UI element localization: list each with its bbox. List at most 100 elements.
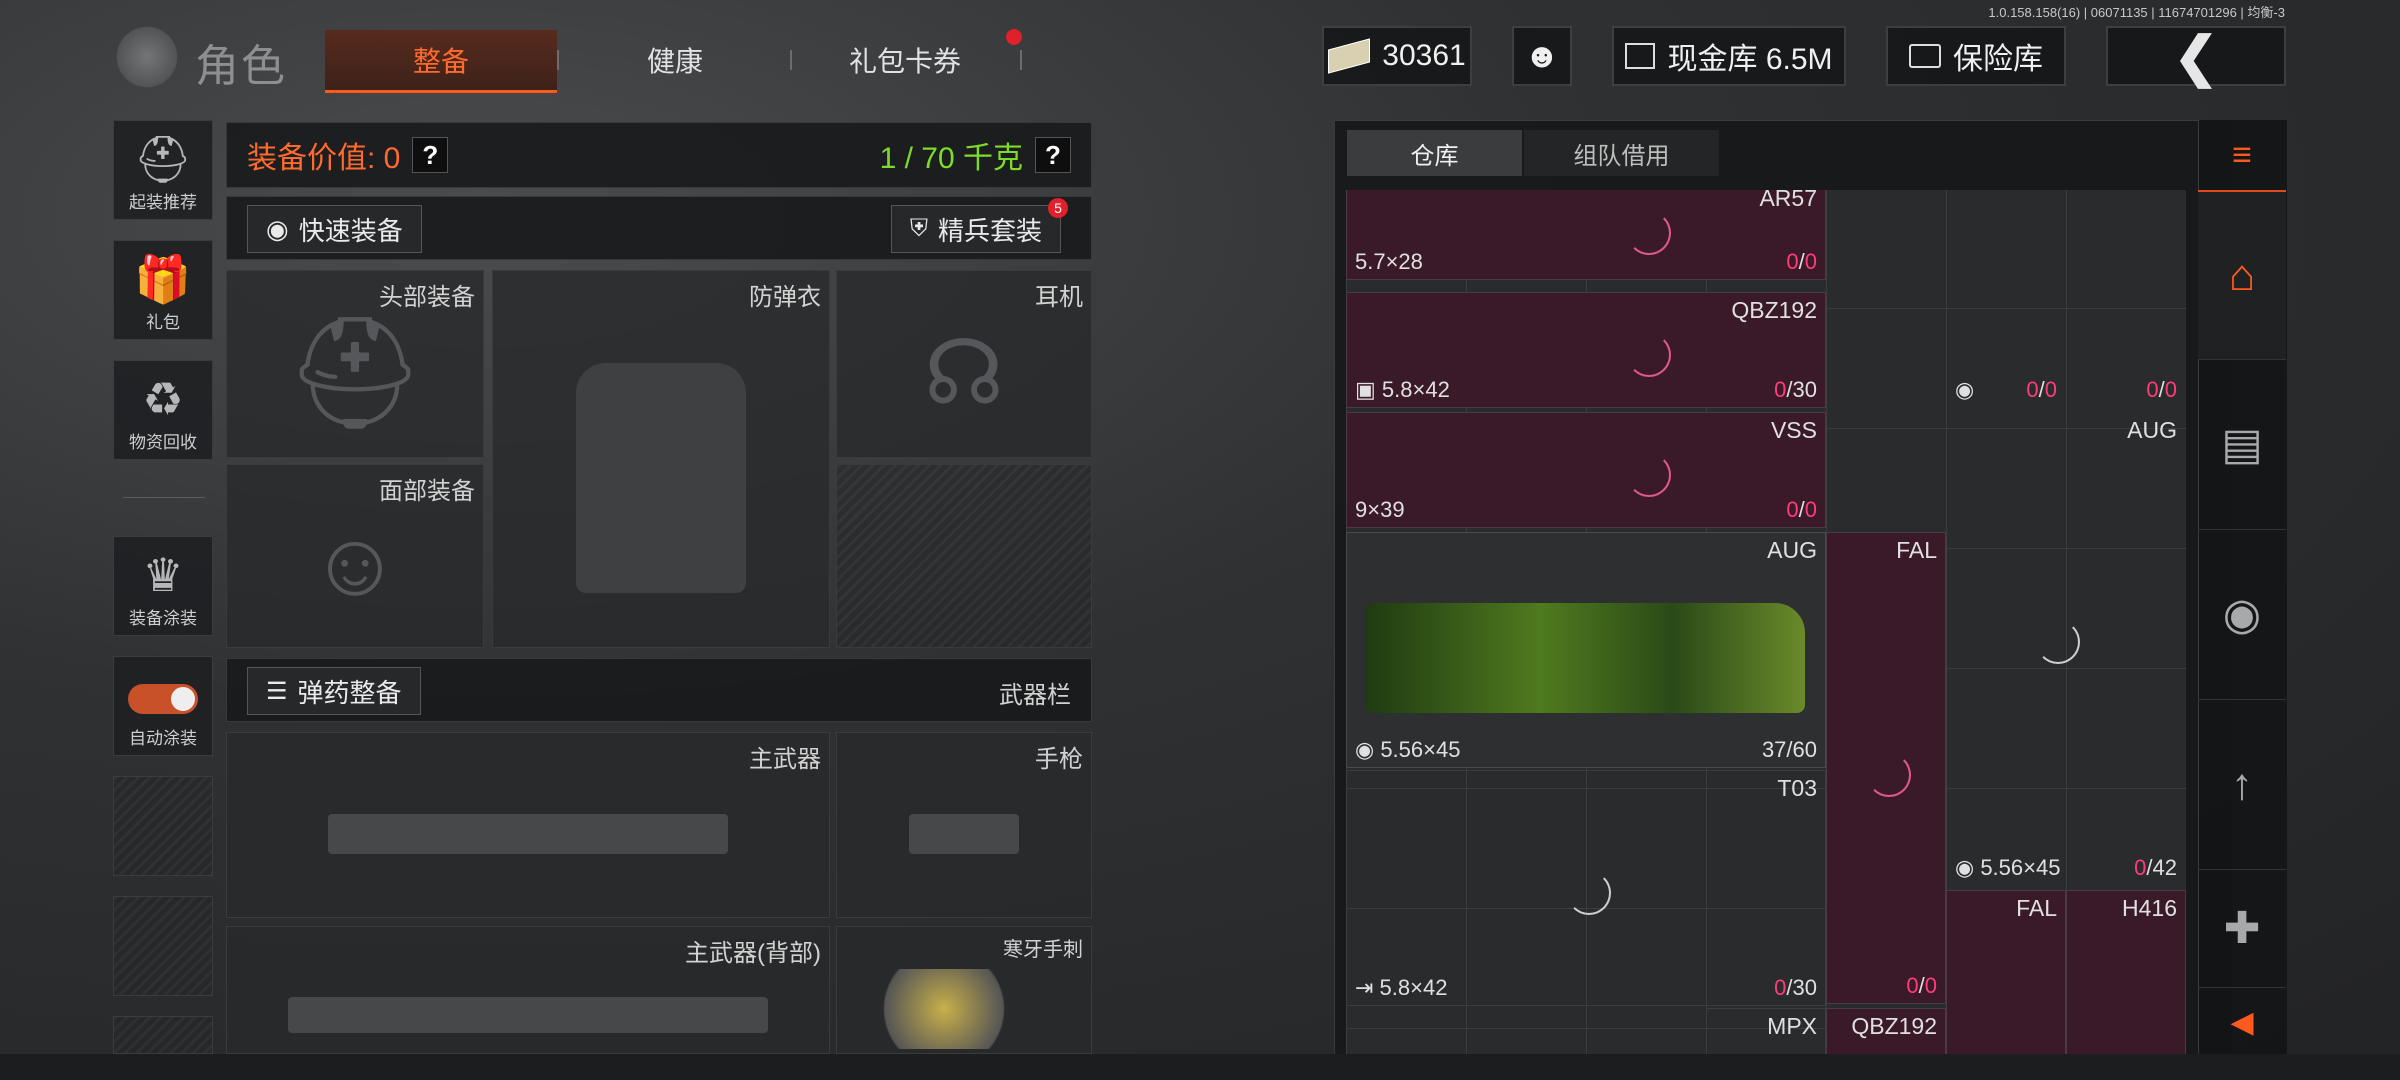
head-gear-slot[interactable]: 头部装备 ⛑ xyxy=(226,270,484,458)
loading-spinner xyxy=(1867,753,1911,797)
cash-vault-button[interactable]: 现金库 6.5M xyxy=(1612,26,1846,86)
count-badge: 5 xyxy=(1048,198,1069,218)
home-icon[interactable]: ⌂ xyxy=(2198,190,2286,360)
equipment-actions: ◉ 快速装备 ⛨ 精兵套装 5 xyxy=(226,196,1092,260)
sidebar-item-label: 自动涂装 xyxy=(129,729,197,748)
slot-label: 防弹衣 xyxy=(749,284,821,311)
medkit-icon[interactable]: ✚ xyxy=(2198,870,2286,988)
sidebar-divider xyxy=(123,497,205,498)
vest-icon xyxy=(576,362,746,593)
shirt-icon: ◉ xyxy=(266,213,289,244)
armor-slot[interactable]: 防弹衣 xyxy=(492,270,830,648)
tab-gift-coupons[interactable]: 礼包卡券 xyxy=(820,30,990,90)
item-name: MPX xyxy=(1767,1013,1817,1039)
tab-team-borrow[interactable]: 组队借用 xyxy=(1524,130,1719,176)
inventory-item[interactable]: QBZ192 ▣ 5.8×42 0/30 xyxy=(1346,292,1826,408)
item-count: 0/0 xyxy=(2026,377,2057,402)
elite-set-button[interactable]: ⛨ 精兵套装 5 xyxy=(891,198,1069,253)
armor-icon[interactable]: ◉ xyxy=(2198,530,2286,700)
sidebar-item-recycle[interactable]: ♻ 物资回收 xyxy=(113,360,213,460)
tab-health[interactable]: 健康 xyxy=(600,30,750,90)
inventory-item[interactable]: AR57 5.7×28 0/0 xyxy=(1346,190,1826,280)
badge-icon: ◉ xyxy=(1955,377,1975,402)
item-name: H416 xyxy=(2122,895,2177,921)
inventory-item[interactable]: FAL xyxy=(1946,890,2066,1060)
item-ammo: ◉ 5.56×45 xyxy=(1355,737,1461,762)
inventory-item[interactable]: VSS 9×39 0/0 xyxy=(1346,412,1826,528)
primary-weapon-slot[interactable]: 主武器 xyxy=(226,732,830,918)
slot-label: 寒牙手刺 xyxy=(1003,939,1083,961)
face-gear-slot[interactable]: 面部装备 ☺ xyxy=(226,464,484,648)
item-count: 0/0 xyxy=(2146,377,2177,402)
empty-slot xyxy=(113,896,213,996)
sidebar-item-gift[interactable]: 🎁 礼包 xyxy=(113,240,213,340)
version-info: 1.0.158.158(16) | 06071135 | 11674701296… xyxy=(1988,5,2285,20)
safe-vault-button[interactable]: 保险库 xyxy=(1886,26,2066,86)
inventory-item[interactable]: QBZ192 xyxy=(1826,1008,1946,1060)
slot-label: 主武器 xyxy=(749,746,821,773)
inventory-item[interactable]: AUG xyxy=(1946,412,2186,528)
empty-slot xyxy=(113,776,213,876)
inventory-item[interactable]: 0/0 xyxy=(2066,292,2186,408)
exit-icon: ⇥ xyxy=(1355,975,1380,1000)
slot-label: 头部装备 xyxy=(379,284,475,311)
empty-slot xyxy=(836,464,1092,648)
inventory-item[interactable]: MPX xyxy=(1706,1008,1826,1060)
vault-icon xyxy=(1625,43,1656,69)
tab-equip[interactable]: 整备 xyxy=(325,30,557,93)
help-icon[interactable]: ? xyxy=(1035,137,1071,173)
storage-icon[interactable]: ▤ xyxy=(2198,360,2286,530)
auto-skin-toggle[interactable] xyxy=(128,684,198,714)
helmet-icon: ⛑ xyxy=(285,311,425,435)
inventory-item[interactable]: FAL 0/0 xyxy=(1826,532,1946,1004)
loading-spinner xyxy=(1627,211,1671,255)
slot-label: 主武器(背部) xyxy=(685,940,821,967)
item-count: 0/42 xyxy=(2134,855,2177,880)
cash-vault-label: 现金库 6.5M xyxy=(1667,43,1833,76)
avatar-button[interactable]: ☻ xyxy=(1512,26,1572,86)
warehouse-grid[interactable]: AR57 5.7×28 0/0 QBZ192 ▣ 5.8×42 0/30 ◉ 0… xyxy=(1346,190,2186,1060)
item-count: 0/0 xyxy=(1786,497,1817,522)
inventory-item[interactable]: H416 xyxy=(2066,890,2186,1060)
ammo-equip-button[interactable]: ☰ 弹药整备 xyxy=(247,667,421,715)
item-name: QBZ192 xyxy=(1851,1013,1937,1039)
collapse-arrow-icon[interactable]: ◀ xyxy=(2198,990,2286,1054)
rifle-image xyxy=(1365,603,1805,713)
pistol-slot[interactable]: 手枪 xyxy=(836,732,1092,918)
safe-icon xyxy=(1909,44,1941,68)
item-name: AUG xyxy=(1767,537,1817,563)
item-ammo: 9×39 xyxy=(1355,497,1405,522)
inventory-item-aug[interactable]: AUG ◉ 5.56×45 37/60 xyxy=(1346,532,1826,768)
rifle-icon xyxy=(288,997,768,1034)
sort-icon[interactable]: ≡ xyxy=(2198,120,2286,190)
sidebar-item-auto-skin[interactable]: 自动涂装 xyxy=(113,656,213,756)
melee-slot[interactable]: 寒牙手刺 xyxy=(836,926,1092,1054)
inventory-item[interactable]: ◉ 5.56×45 0/42 xyxy=(1946,770,2186,886)
primary-back-weapon-slot[interactable]: 主武器(背部) xyxy=(226,926,830,1054)
ammo-bar: ☰ 弹药整备 武器栏 xyxy=(226,658,1092,722)
sidebar-item-label: 装备涂装 xyxy=(129,609,197,628)
tab-warehouse[interactable]: 仓库 xyxy=(1347,130,1522,176)
inventory-item[interactable]: T03 ⇥ 5.8×42 0/30 xyxy=(1346,770,1826,1006)
slot-label: 面部装备 xyxy=(379,478,475,505)
quick-equip-button[interactable]: ◉ 快速装备 xyxy=(247,205,422,253)
loading-spinner xyxy=(2036,620,2080,664)
slot-label: 手枪 xyxy=(1035,746,1083,773)
gift-icon: 🎁 xyxy=(134,253,192,305)
elite-set-label: 精兵套装 xyxy=(938,215,1043,246)
sidebar-item-skin[interactable]: ♛ 装备涂装 xyxy=(113,536,213,636)
rifle-icon xyxy=(328,814,728,855)
empty-slot xyxy=(113,1016,213,1054)
pistol-icon xyxy=(909,814,1019,855)
item-count: 0/30 xyxy=(1774,975,1817,1000)
sidebar-item-loadout-recommend[interactable]: ⛑ 起装推荐 xyxy=(113,120,213,220)
tab-divider xyxy=(790,50,792,70)
headset-slot[interactable]: 耳机 ☊ xyxy=(836,270,1092,458)
back-button[interactable]: ❮ xyxy=(2106,26,2286,87)
money-display[interactable]: 30361 xyxy=(1322,26,1472,86)
item-ammo: ◉ 5.56×45 xyxy=(1955,855,2061,880)
ammo-icon[interactable]: ↑ xyxy=(2198,700,2286,870)
inventory-item[interactable]: ◉ 0/0 xyxy=(1946,292,2066,408)
box-icon: ▣ xyxy=(1355,377,1382,402)
help-icon[interactable]: ? xyxy=(412,137,449,173)
